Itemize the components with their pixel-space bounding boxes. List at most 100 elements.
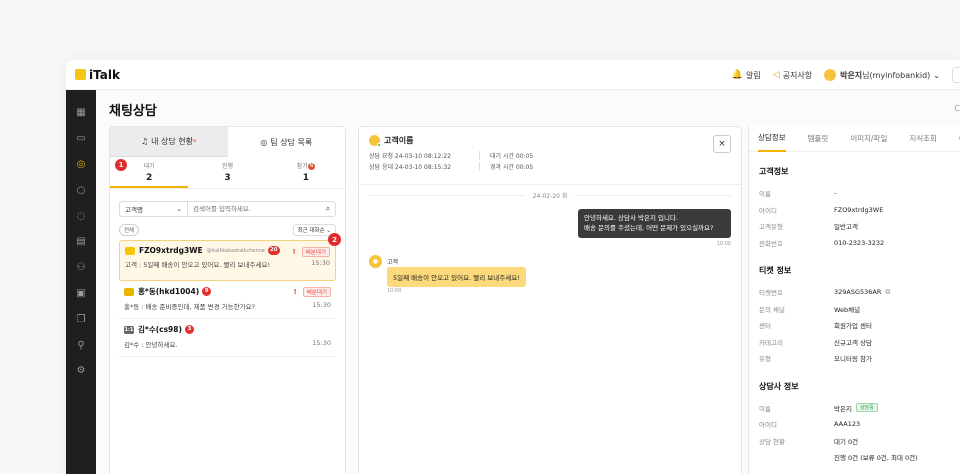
list-item[interactable]: 홍*동(hkd1004) 9 ! 배분대기 홍*동 : 배송 준비중인데, 제품 …	[119, 281, 336, 319]
alert-icon: !	[292, 248, 296, 256]
info-panel: 상담정보 템플릿 이미지/파일 지식조회 C 고객정보 이름- 아이디FZO9x…	[748, 126, 960, 474]
search-type-select[interactable]: 고객명 ⌄	[120, 202, 188, 216]
answer-time: 상담 응대 24-03-10 08:15:32	[369, 164, 451, 171]
nav-search-icon[interactable]: ○	[66, 177, 96, 203]
status-badge: 상담중	[855, 403, 878, 413]
message-time: 15:30	[312, 301, 331, 309]
one-on-one-channel-icon: 1:1	[124, 325, 134, 334]
user-menu[interactable]: 박은지 님(myinfobankid) ⌄	[824, 69, 940, 81]
user-id: 님(myinfobankid)	[862, 70, 931, 80]
nav-board-icon[interactable]: ▣	[66, 281, 96, 307]
tab-image-file[interactable]: 이미지/파일	[850, 126, 887, 152]
kakao-channel-icon	[125, 246, 135, 255]
channel-icon	[124, 287, 134, 296]
tab-knowledge[interactable]: 지식조회	[909, 126, 937, 152]
chevron-down-icon: ⌄	[933, 70, 940, 80]
alarm-button[interactable]: 🔔 알림	[732, 70, 761, 81]
close-icon: ×	[718, 139, 726, 149]
nav-grid-icon[interactable]: ▦	[66, 100, 96, 126]
channel-id: @italkkakaotalkchenne	[206, 247, 265, 254]
top-bar: iTalk 🔔 알림 ◁ 공지사항 박은지 님(myinfobankid) ⌄	[66, 60, 960, 90]
count-joined[interactable]: 참가 N 1	[267, 157, 345, 188]
notice-button[interactable]: ◁ 공지사항	[773, 70, 812, 81]
nav-monitor-icon[interactable]: ▭	[66, 126, 96, 152]
app-name: iTalk	[89, 67, 120, 82]
message-time: 15:30	[312, 339, 331, 347]
customer-info-title: 고객정보	[759, 167, 789, 176]
list-item[interactable]: 2 FZO9xtrdg3WE @italkkakaotalkchenne 20 …	[119, 233, 341, 281]
online-status-icon	[377, 143, 381, 147]
tab-alert-mark: *	[193, 137, 197, 146]
info-row: 유형 모니터링 참가	[759, 355, 872, 364]
search-input[interactable]	[188, 205, 321, 213]
status-badge: 배분대기	[302, 287, 331, 297]
customer-message: 5일째 배송이 안오고 있어요. 빨리 보내주세요!	[387, 267, 526, 287]
customer-name: 김*수(cs98)	[138, 325, 182, 334]
count-in-progress[interactable]: 진행 3	[188, 157, 266, 188]
ticket-info-title: 티켓 정보	[759, 266, 792, 275]
megaphone-icon: ◁	[772, 70, 780, 80]
agent-message: 안녕하세요. 상담사 박은지 입니다. 배송 문의를 주셨는데, 어떤 문제가 …	[578, 209, 731, 238]
page-title-stub: C	[954, 104, 960, 113]
copy-icon[interactable]: ⧉	[885, 288, 890, 297]
user-name: 박은지	[840, 70, 863, 80]
customer-avatar	[369, 135, 381, 147]
tab-my-status[interactable]: ♫ 내 상담 현황 *	[110, 127, 228, 157]
left-nav: ▦ ▭ ◎ ○ ◌ ▤ ⚇ ▣ ❐ ⚲ ⚙	[66, 90, 96, 474]
search-icon[interactable]: ⌕	[321, 204, 335, 214]
agent-message-line: 배송 문의를 주셨는데, 어떤 문제가 있으실까요?	[584, 223, 714, 232]
nav-settings-icon[interactable]: ⚙	[66, 358, 96, 384]
nav-users-icon[interactable]: ⚇	[66, 255, 96, 281]
main-area: 채팅상담 C ♫ 내 상담 현황 * ◎ 팀 상담 목록 1 대기 2 진행 3…	[96, 90, 960, 474]
customer-message-time: 10:00	[387, 288, 402, 294]
count-value: 2	[146, 173, 153, 183]
close-chat-button[interactable]: ×	[713, 135, 731, 153]
tab-my-status-label: 내 상담 현황	[151, 137, 194, 146]
consult-list-panel: ♫ 내 상담 현황 * ◎ 팀 상담 목록 1 대기 2 진행 3 참가 N 1…	[109, 126, 346, 474]
app-logo[interactable]: iTalk	[75, 68, 120, 82]
customer-name: 홍*동(hkd1004)	[138, 287, 200, 296]
topbar-extra-button[interactable]	[952, 67, 960, 83]
message-time: 15:30	[311, 259, 330, 267]
info-row: 아이디 FZO9xtrdg3WE	[759, 205, 884, 215]
agent-message-time: 10:00	[716, 241, 731, 247]
info-row: 고객유형 일반고객	[759, 223, 858, 232]
filter-all-pill[interactable]: 전체	[119, 224, 140, 236]
nav-copy-icon[interactable]: ❐	[66, 306, 96, 332]
last-message: 고객 : 5일째 배송이 안오고 있어요. 빨리 보내주세요!	[125, 261, 271, 269]
date-label: 24-02-20 화	[532, 193, 568, 200]
list-item[interactable]: 1:1 김*수(cs98) 3 김*수 : 안녕하세요. 15:30	[119, 319, 336, 357]
tab-template[interactable]: 템플릿	[808, 126, 829, 152]
tab-team-list[interactable]: ◎ 팀 상담 목록	[228, 127, 346, 157]
last-message: 김*수 : 안녕하세요.	[124, 341, 178, 349]
new-badge: N	[307, 163, 315, 170]
unread-badge: 20	[267, 246, 280, 255]
notice-label: 공지사항	[782, 70, 813, 80]
nav-document-icon[interactable]: ▤	[66, 229, 96, 255]
info-row: 이름 박은지 상담중	[749, 400, 960, 417]
nav-flow-icon[interactable]: ⚲	[66, 332, 96, 358]
chat-panel: 고객이름 상담 요청 24-03-10 08:12:22 대기 시간 00:05…	[358, 126, 742, 474]
chat-customer-name: 고객이름	[384, 136, 414, 145]
info-row: 이름 -	[759, 189, 837, 199]
customer-label: 고객	[387, 259, 399, 266]
elapsed-time: 경과 시간 00:05	[479, 162, 533, 171]
unread-badge: 3	[184, 325, 194, 334]
customer-avatar-icon: ●	[369, 255, 382, 268]
nav-message-icon[interactable]: ◌	[66, 203, 96, 229]
app-window: iTalk 🔔 알림 ◁ 공지사항 박은지 님(myinfobankid) ⌄ …	[66, 60, 960, 474]
tab-consult-info[interactable]: 상담정보	[758, 126, 786, 152]
info-row: 센터 회원가입 센터	[759, 322, 872, 331]
page-title: 채팅상담	[109, 104, 157, 119]
italk-logo-icon	[75, 69, 86, 80]
agent-info-title: 상담사 정보	[759, 381, 799, 391]
last-message: 홍*동 : 배송 준비중인데, 제품 변경 가능한가요?	[124, 303, 255, 311]
info-row: 진행 0건 (보류 0건, 최대 0건)	[834, 454, 918, 463]
count-value: 1	[302, 173, 309, 183]
request-time: 상담 요청 24-03-10 08:12:22	[369, 153, 451, 160]
bell-icon: 🔔	[731, 70, 743, 80]
nav-chat-icon[interactable]: ◎	[66, 152, 96, 178]
chat-bubble-icon: ◎	[260, 137, 268, 147]
tab-team-list-label: 팀 상담 목록	[270, 137, 313, 147]
info-row: 상담 현황 대기 0건	[759, 437, 859, 446]
